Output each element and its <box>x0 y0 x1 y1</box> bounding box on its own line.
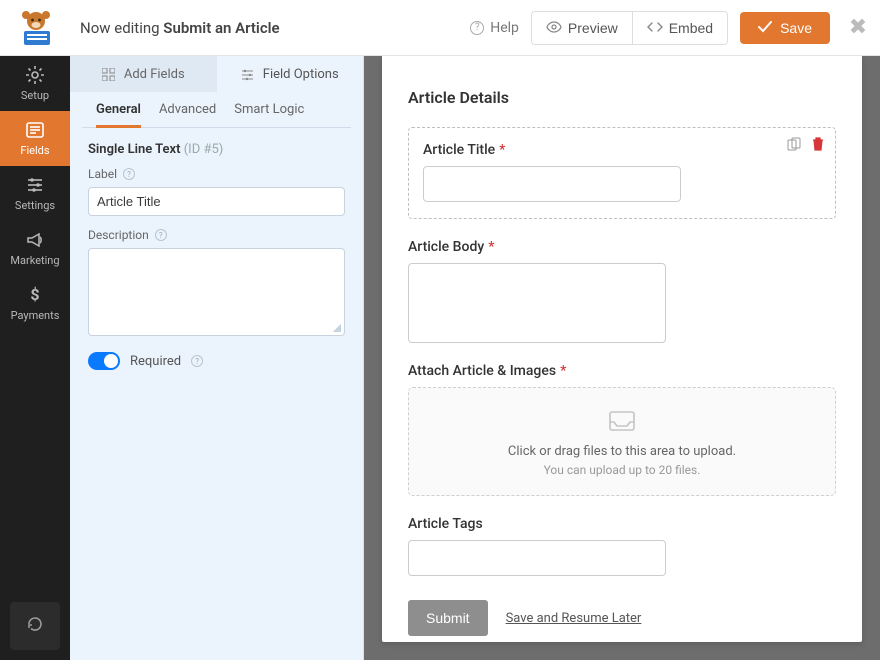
trash-icon[interactable] <box>811 136 825 150</box>
required-label: Required <box>130 354 181 369</box>
subtab-smart-logic[interactable]: Smart Logic <box>234 102 304 127</box>
section-heading: Article Details <box>408 88 836 107</box>
nav-marketing[interactable]: Marketing <box>0 221 70 276</box>
nav-label: Fields <box>20 144 49 157</box>
grid-icon <box>102 67 116 81</box>
close-icon: ✖ <box>849 15 867 40</box>
nav-label: Marketing <box>10 254 59 267</box>
text-input[interactable] <box>408 540 666 576</box>
nav-settings[interactable]: Settings <box>0 166 70 221</box>
text-input[interactable] <box>423 166 681 202</box>
history-icon <box>26 615 44 637</box>
code-icon <box>647 20 663 36</box>
nav-label: Payments <box>11 309 60 322</box>
embed-button[interactable]: Embed <box>633 12 727 44</box>
sidebar-panel: Add Fields Field Options General Advance… <box>70 56 364 660</box>
help-icon[interactable]: ? <box>123 168 135 180</box>
field-article-body[interactable]: Article Body* <box>408 239 836 343</box>
save-resume-link[interactable]: Save and Resume Later <box>506 611 642 626</box>
upload-dropzone[interactable]: Click or drag files to this area to uplo… <box>408 387 836 496</box>
sliders-small-icon <box>241 67 255 81</box>
eye-icon <box>546 20 562 36</box>
nav-fields[interactable]: Fields <box>0 111 70 166</box>
help-icon: ? <box>470 21 484 35</box>
left-nav: Setup Fields Settings Marketing $ Paymen… <box>0 56 70 660</box>
submit-button[interactable]: Submit <box>408 600 488 636</box>
help-icon[interactable]: ? <box>191 355 203 367</box>
nav-payments[interactable]: $ Payments <box>0 276 70 331</box>
label-label: Label ? <box>88 167 345 181</box>
nav-label: Setup <box>21 89 49 102</box>
svg-text:$: $ <box>30 285 39 304</box>
description-input[interactable] <box>88 248 345 336</box>
field-label: Article Tags <box>408 516 836 532</box>
field-label: Article Title* <box>423 142 821 158</box>
gear-icon <box>25 65 45 85</box>
editing-title: Now editing Submit an Article <box>80 19 280 37</box>
subtab-advanced[interactable]: Advanced <box>159 102 216 127</box>
close-button[interactable]: ✖ <box>842 15 868 40</box>
description-label: Description ? <box>88 228 345 242</box>
tab-add-fields[interactable]: Add Fields <box>70 56 217 92</box>
field-article-title[interactable]: Article Title* <box>408 127 836 219</box>
field-attach[interactable]: Attach Article & Images* Click or drag f… <box>408 363 836 496</box>
preview-embed-group: Preview Embed <box>531 11 728 45</box>
help-icon[interactable]: ? <box>155 229 167 241</box>
top-bar: Now editing Submit an Article ? Help Pre… <box>0 0 880 56</box>
field-article-tags[interactable]: Article Tags <box>408 516 836 576</box>
field-label: Attach Article & Images* <box>408 363 836 379</box>
megaphone-icon <box>25 230 45 250</box>
field-meta: Single Line Text (ID #5) <box>70 128 363 161</box>
field-label: Article Body* <box>408 239 836 255</box>
tab-field-options[interactable]: Field Options <box>217 56 364 92</box>
nav-setup[interactable]: Setup <box>0 56 70 111</box>
preview-canvas: Article Details Article Title* Article B… <box>382 56 862 642</box>
textarea-input[interactable] <box>408 263 666 343</box>
sidebar-subtabs: General Advanced Smart Logic <box>82 92 351 128</box>
preview-canvas-wrap: Article Details Article Title* Article B… <box>364 56 880 660</box>
subtab-general[interactable]: General <box>96 102 141 128</box>
required-toggle[interactable] <box>88 352 120 370</box>
form-icon <box>25 120 45 140</box>
sidebar-tabs: Add Fields Field Options <box>70 56 363 92</box>
upload-line2: You can upload up to 20 files. <box>419 463 825 477</box>
check-icon <box>758 20 772 36</box>
inbox-icon <box>419 410 825 436</box>
label-input[interactable] <box>88 187 345 216</box>
nav-label: Settings <box>15 199 55 212</box>
dollar-icon: $ <box>25 285 45 305</box>
brand-logo <box>14 9 58 47</box>
duplicate-icon[interactable] <box>787 136 801 150</box>
help-link[interactable]: ? Help <box>470 20 519 36</box>
preview-button[interactable]: Preview <box>532 12 633 44</box>
save-button[interactable]: Save <box>740 12 830 44</box>
sliders-icon <box>25 175 45 195</box>
nav-history[interactable] <box>10 602 60 650</box>
upload-line1: Click or drag files to this area to uplo… <box>419 444 825 459</box>
